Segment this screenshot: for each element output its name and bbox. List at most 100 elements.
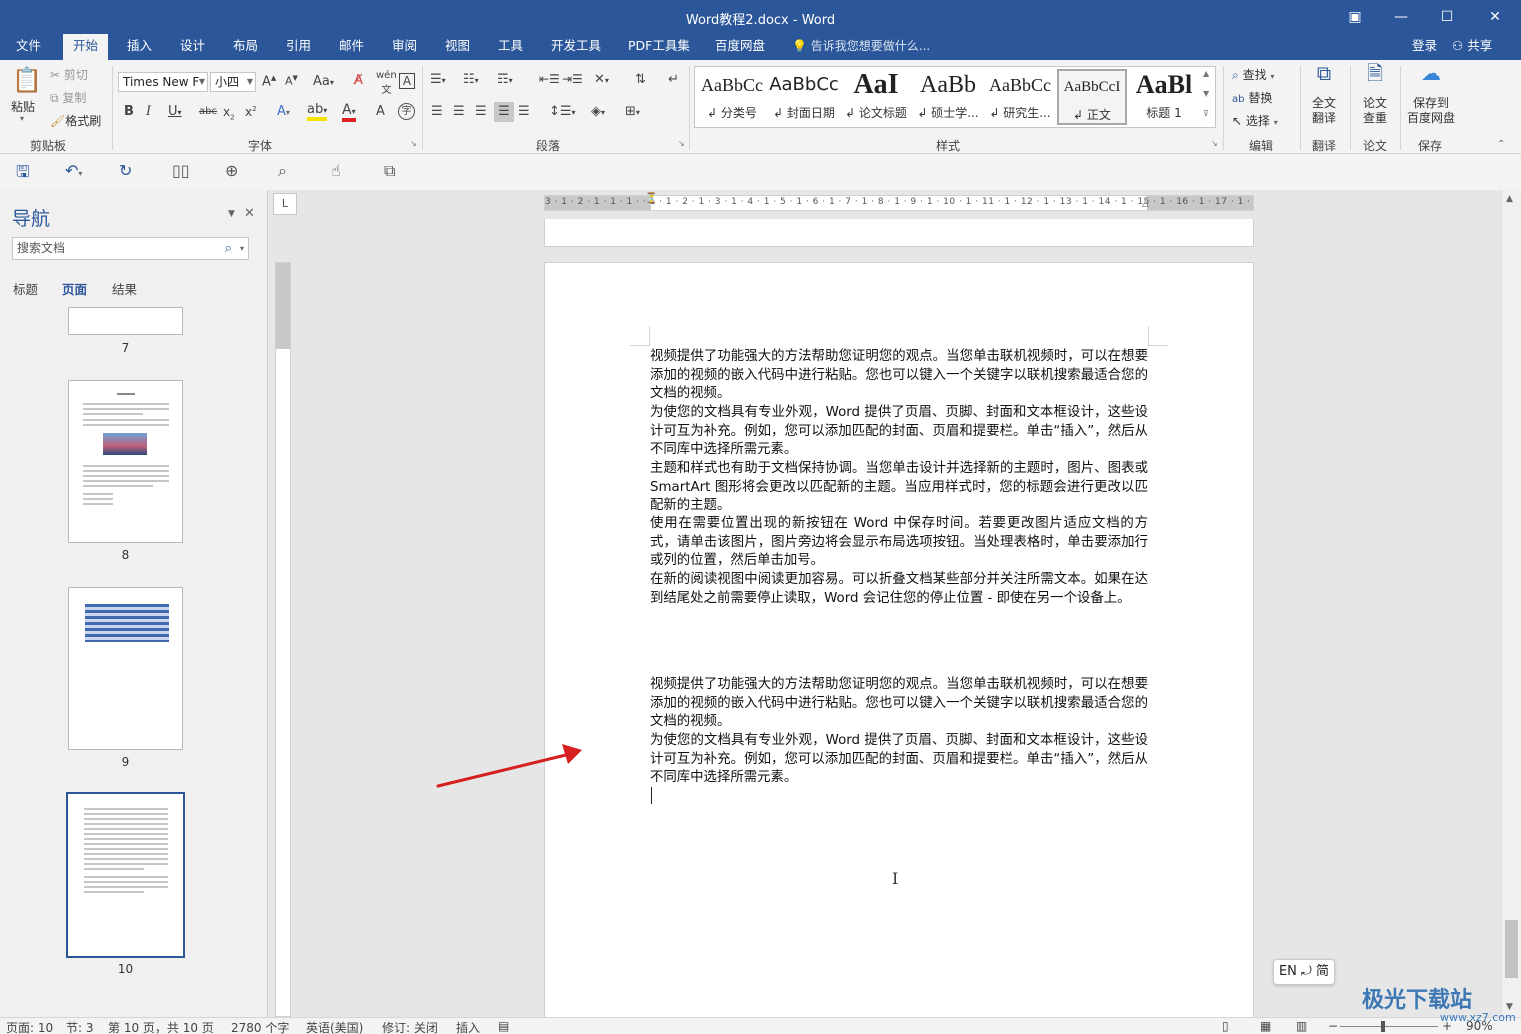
horizontal-ruler[interactable]: 3 · 1 · 2 · 1 · 1 · 1 · · 1 · 1 · 2 · 1 … [544, 193, 1254, 211]
document-paragraph[interactable]: 视频提供了功能强大的方法帮助您证明您的观点。当您单击联机视频时，可以在想要添加的… [650, 348, 1148, 404]
status-page[interactable]: 页面: 10 [6, 1019, 53, 1034]
macro-record-icon[interactable]: ▤ [498, 1019, 509, 1033]
status-insert-mode[interactable]: 插入 [456, 1019, 480, 1034]
document-paragraph[interactable]: 为使您的文档具有专业外观，Word 提供了页眉、页脚、封面和文本框设计，这些设计… [650, 404, 1148, 460]
status-section[interactable]: 节: 3 [66, 1019, 94, 1034]
tab-mailings[interactable]: 邮件 [329, 34, 374, 60]
zoom-out-icon[interactable]: − [1328, 1019, 1338, 1033]
style-item[interactable]: AaBbCc ↲ 分类号 [697, 69, 767, 125]
vertical-scrollbar[interactable]: ▲ ▼ [1501, 190, 1521, 1017]
tab-layout[interactable]: 布局 [223, 34, 268, 60]
page-thumbnail[interactable] [68, 380, 183, 543]
italic-icon[interactable]: I [146, 104, 151, 119]
font-color-icon[interactable]: A▾ [342, 102, 356, 122]
chevron-down-icon[interactable]: ▾ [240, 238, 244, 259]
style-item[interactable]: AaBl 标题 1 [1129, 69, 1199, 125]
shrink-font-icon[interactable]: A▼ [285, 74, 298, 88]
style-item[interactable]: AaBb ↲ 硕士学... [913, 69, 983, 125]
paste-icon[interactable]: 📋 [12, 66, 42, 94]
bold-icon[interactable]: B [124, 104, 134, 119]
underline-icon[interactable]: U▾ [168, 104, 182, 119]
grow-font-icon[interactable]: A▲ [262, 74, 276, 89]
select-button[interactable]: ↖ 选择 ▾ [1232, 112, 1278, 129]
chinese-layout-icon[interactable]: ✕▾ [594, 72, 609, 87]
justify-icon[interactable]: ☰ [494, 102, 514, 122]
copy-button[interactable]: ⧉ 复制 [50, 89, 86, 106]
shading-icon[interactable]: ◈▾ [591, 104, 605, 119]
zoom-slider[interactable] [1340, 1026, 1438, 1027]
bullets-icon[interactable]: ☰▾ [430, 72, 446, 87]
right-indent-marker-icon[interactable]: △ [1142, 199, 1149, 209]
format-painter-button[interactable]: 🖌格式刷 [50, 112, 101, 129]
collapse-ribbon-icon[interactable]: ⌃ [1497, 139, 1505, 150]
search-icon[interactable]: ⌕ [225, 238, 232, 259]
line-spacing-icon[interactable]: ↕☰▾ [549, 104, 576, 119]
font-size-combo[interactable]: 小四 ▼ [210, 72, 256, 92]
styles-more-icon[interactable]: ⊽ [1203, 109, 1209, 118]
document-paragraph[interactable]: 主题和样式也有助于文档保持协调。当您单击设计并选择新的主题时，图片、图表或 Sm… [650, 460, 1148, 516]
tab-developer[interactable]: 开发工具 [541, 34, 611, 60]
page-thumbnail[interactable] [68, 587, 183, 750]
print-layout-icon[interactable]: ▦ [1260, 1019, 1271, 1033]
tab-home[interactable]: 开始 [63, 34, 109, 60]
redo-icon[interactable]: ↻ [119, 161, 132, 180]
style-item[interactable]: AaBbCc ↲ 研究生... [985, 69, 1055, 125]
styles-scroll-down-icon[interactable]: ▼ [1203, 89, 1209, 98]
customize-qat-icon[interactable]: ⧉ [384, 161, 395, 181]
read-mode-icon[interactable]: ▯ [1222, 1019, 1229, 1033]
numbering-icon[interactable]: ☷▾ [463, 72, 479, 87]
save-to-baidu-button[interactable]: ☁ 保存到 百度网盘 [1405, 63, 1457, 126]
multilevel-list-icon[interactable]: ☶▾ [497, 72, 513, 87]
web-layout-icon[interactable]: ⊕ [225, 161, 238, 180]
login-link[interactable]: 登录 [1412, 34, 1437, 58]
minimize-button[interactable]: — [1386, 6, 1416, 28]
superscript-icon[interactable]: x2 [245, 105, 257, 119]
scrollbar-thumb[interactable] [1505, 920, 1518, 978]
tab-review[interactable]: 审阅 [382, 34, 427, 60]
align-left-icon[interactable]: ☰ [431, 104, 443, 119]
align-right-icon[interactable]: ☰ [475, 104, 487, 119]
paste-button[interactable]: 粘贴 [11, 98, 35, 115]
nav-tab-pages[interactable]: 页面 [62, 279, 87, 298]
tab-file[interactable]: 文件 [6, 34, 51, 60]
styles-dialog-launcher-icon[interactable]: ↘ [1211, 139, 1218, 148]
ribbon-display-options-button[interactable]: ▣ [1340, 6, 1370, 28]
borders-icon[interactable]: ⊞▾ [625, 104, 640, 119]
status-language[interactable]: 英语(美国) [306, 1019, 363, 1034]
paragraph-dialog-launcher-icon[interactable]: ↘ [678, 139, 685, 148]
tell-me-box[interactable]: 💡 告诉我您想要做什么... [792, 34, 930, 60]
status-track-changes[interactable]: 修订: 关闭 [382, 1019, 438, 1034]
font-name-combo[interactable]: Times New F ▼ [118, 72, 208, 92]
status-page-count[interactable]: 第 10 页，共 10 页 [108, 1019, 214, 1034]
replace-button[interactable]: ab 替换 [1232, 89, 1272, 106]
phonetic-guide-icon[interactable]: wén 文 [376, 70, 397, 96]
styles-scroll-up-icon[interactable]: ▲ [1203, 69, 1209, 78]
style-item-selected[interactable]: AaBbCcI ↲ 正文 [1057, 69, 1127, 125]
scroll-up-icon[interactable]: ▲ [1506, 194, 1513, 204]
vertical-ruler[interactable] [275, 262, 291, 1017]
change-case-button[interactable]: Aa▾ [313, 74, 334, 89]
share-button[interactable]: ⚇ 共享 [1452, 34, 1492, 58]
close-icon[interactable]: ✕ [244, 206, 255, 221]
undo-icon[interactable]: ↶▾ [65, 161, 82, 180]
strikethrough-icon[interactable]: abc [199, 106, 217, 117]
increase-indent-icon[interactable]: ⇥☰ [562, 72, 583, 86]
enclose-characters-icon[interactable]: 字 [398, 103, 415, 120]
tab-pdf-tools[interactable]: PDF工具集 [618, 34, 700, 60]
highlight-icon[interactable]: ab▾ [307, 102, 328, 121]
style-item[interactable]: AaI ↲ 论文标题 [841, 69, 911, 125]
ime-indicator[interactable]: EN ⤾ 简 [1273, 959, 1335, 985]
nav-tab-headings[interactable]: 标题 [13, 279, 38, 298]
cut-button[interactable]: ✂ 剪切 [50, 66, 88, 83]
style-item[interactable]: AaBbCc ↲ 封面日期 [769, 69, 839, 125]
character-border-icon[interactable]: A [399, 73, 415, 89]
distributed-icon[interactable]: ☰ [518, 104, 530, 119]
tab-tools[interactable]: 工具 [488, 34, 533, 60]
close-button[interactable]: ✕ [1480, 6, 1510, 28]
touch-mode-icon[interactable]: ☝ [331, 161, 341, 180]
status-word-count[interactable]: 2780 个字 [231, 1019, 289, 1034]
paper-check-button[interactable]: 🗎 论文 查重 [1357, 63, 1393, 126]
nav-options-icon[interactable]: ▼ [228, 209, 235, 219]
paste-dropdown-icon[interactable]: ▾ [20, 114, 24, 123]
page-thumbnail-selected[interactable] [66, 792, 185, 958]
